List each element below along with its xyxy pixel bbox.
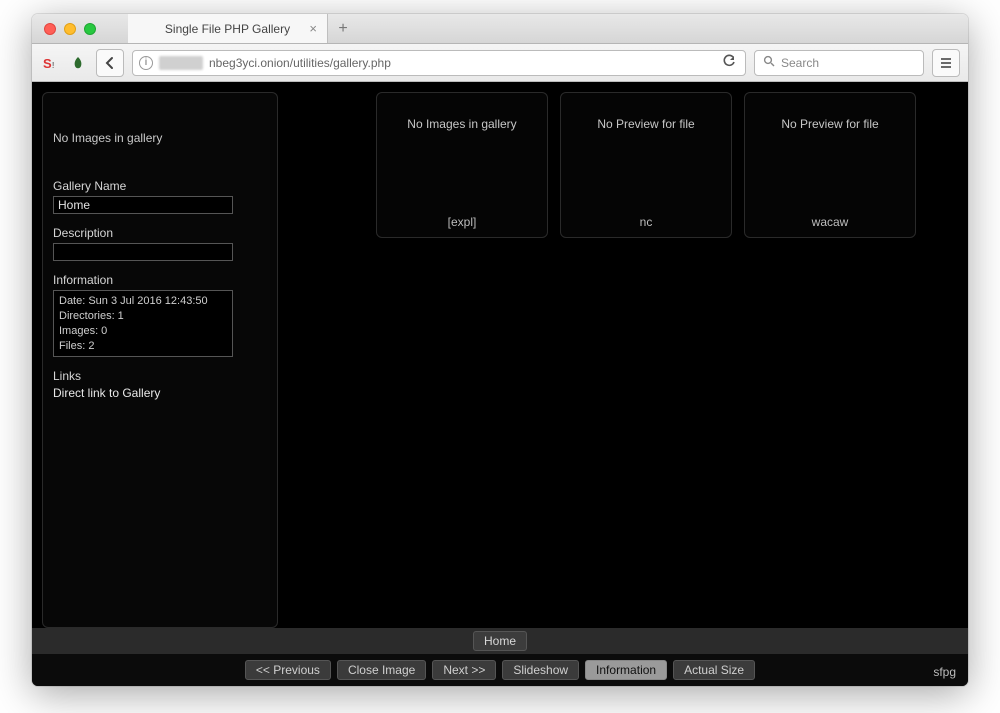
info-images: Images: 0 [59,324,227,339]
browser-window: Single File PHP Gallery × + S! i nbeg3yc… [32,14,968,686]
tab-title: Single File PHP Gallery [165,22,290,36]
search-icon [763,55,775,70]
next-button[interactable]: Next >> [432,660,496,680]
url-text: nbeg3yci.onion/utilities/gallery.php [209,56,391,70]
close-image-button[interactable]: Close Image [337,660,426,680]
prev-button[interactable]: << Previous [245,660,331,680]
new-tab-button[interactable]: + [328,20,358,38]
thumbnail-grid: No Images in gallery [expl] No Preview f… [286,92,916,628]
window-zoom-button[interactable] [84,23,96,35]
app-content: No Images in gallery Gallery Name Descri… [32,82,968,686]
information-box: Date: Sun 3 Jul 2016 12:43:50 Directorie… [53,290,233,357]
url-bar[interactable]: i nbeg3yci.onion/utilities/gallery.php [132,50,746,76]
description-label: Description [53,226,267,240]
extension-icon-1[interactable]: S! [40,53,60,73]
brand-label: sfpg [933,665,956,679]
info-dirs: Directories: 1 [59,309,227,324]
window-minimize-button[interactable] [64,23,76,35]
breadcrumb-bar: Home [32,628,968,654]
svg-text:!: ! [52,61,54,70]
thumbnail-item[interactable]: No Preview for file nc [560,92,732,238]
tab-close-icon[interactable]: × [309,21,317,36]
browser-toolbar: S! i nbeg3yci.onion/utilities/gallery.ph… [32,44,968,82]
reload-icon[interactable] [719,54,739,71]
direct-link[interactable]: Direct link to Gallery [53,386,267,400]
url-redacted [159,56,203,70]
info-sidebar: No Images in gallery Gallery Name Descri… [42,92,278,628]
gallery-name-input[interactable] [53,196,233,214]
description-input[interactable] [53,243,233,261]
actual-size-button[interactable]: Actual Size [673,660,755,680]
links-label: Links [53,369,267,383]
breadcrumb-home[interactable]: Home [473,631,527,651]
titlebar: Single File PHP Gallery × + [32,14,968,44]
thumbnail-message: No Preview for file [597,117,694,131]
slideshow-button[interactable]: Slideshow [502,660,579,680]
browser-tab[interactable]: Single File PHP Gallery × [128,14,328,43]
info-icon[interactable]: i [139,56,153,70]
search-bar[interactable]: Search [754,50,924,76]
back-button[interactable] [96,49,124,77]
search-placeholder: Search [781,56,819,70]
gallery-name-label: Gallery Name [53,179,267,193]
information-label: Information [53,273,267,287]
bottom-toolbar: << Previous Close Image Next >> Slidesho… [32,654,968,686]
info-files: Files: 2 [59,339,227,354]
traffic-lights [44,23,96,35]
thumbnail-caption: nc [640,215,653,229]
thumbnail-caption: [expl] [448,215,477,229]
thumbnail-item[interactable]: No Images in gallery [expl] [376,92,548,238]
thumbnail-message: No Images in gallery [407,117,516,131]
thumbnail-caption: wacaw [812,215,849,229]
hamburger-menu-button[interactable] [932,49,960,77]
thumbnail-item[interactable]: No Preview for file wacaw [744,92,916,238]
extension-icon-2[interactable] [68,53,88,73]
window-close-button[interactable] [44,23,56,35]
sidebar-empty-message: No Images in gallery [53,103,267,179]
svg-text:S: S [43,56,52,71]
thumbnail-message: No Preview for file [781,117,878,131]
info-date: Date: Sun 3 Jul 2016 12:43:50 [59,294,227,309]
information-button[interactable]: Information [585,660,667,680]
